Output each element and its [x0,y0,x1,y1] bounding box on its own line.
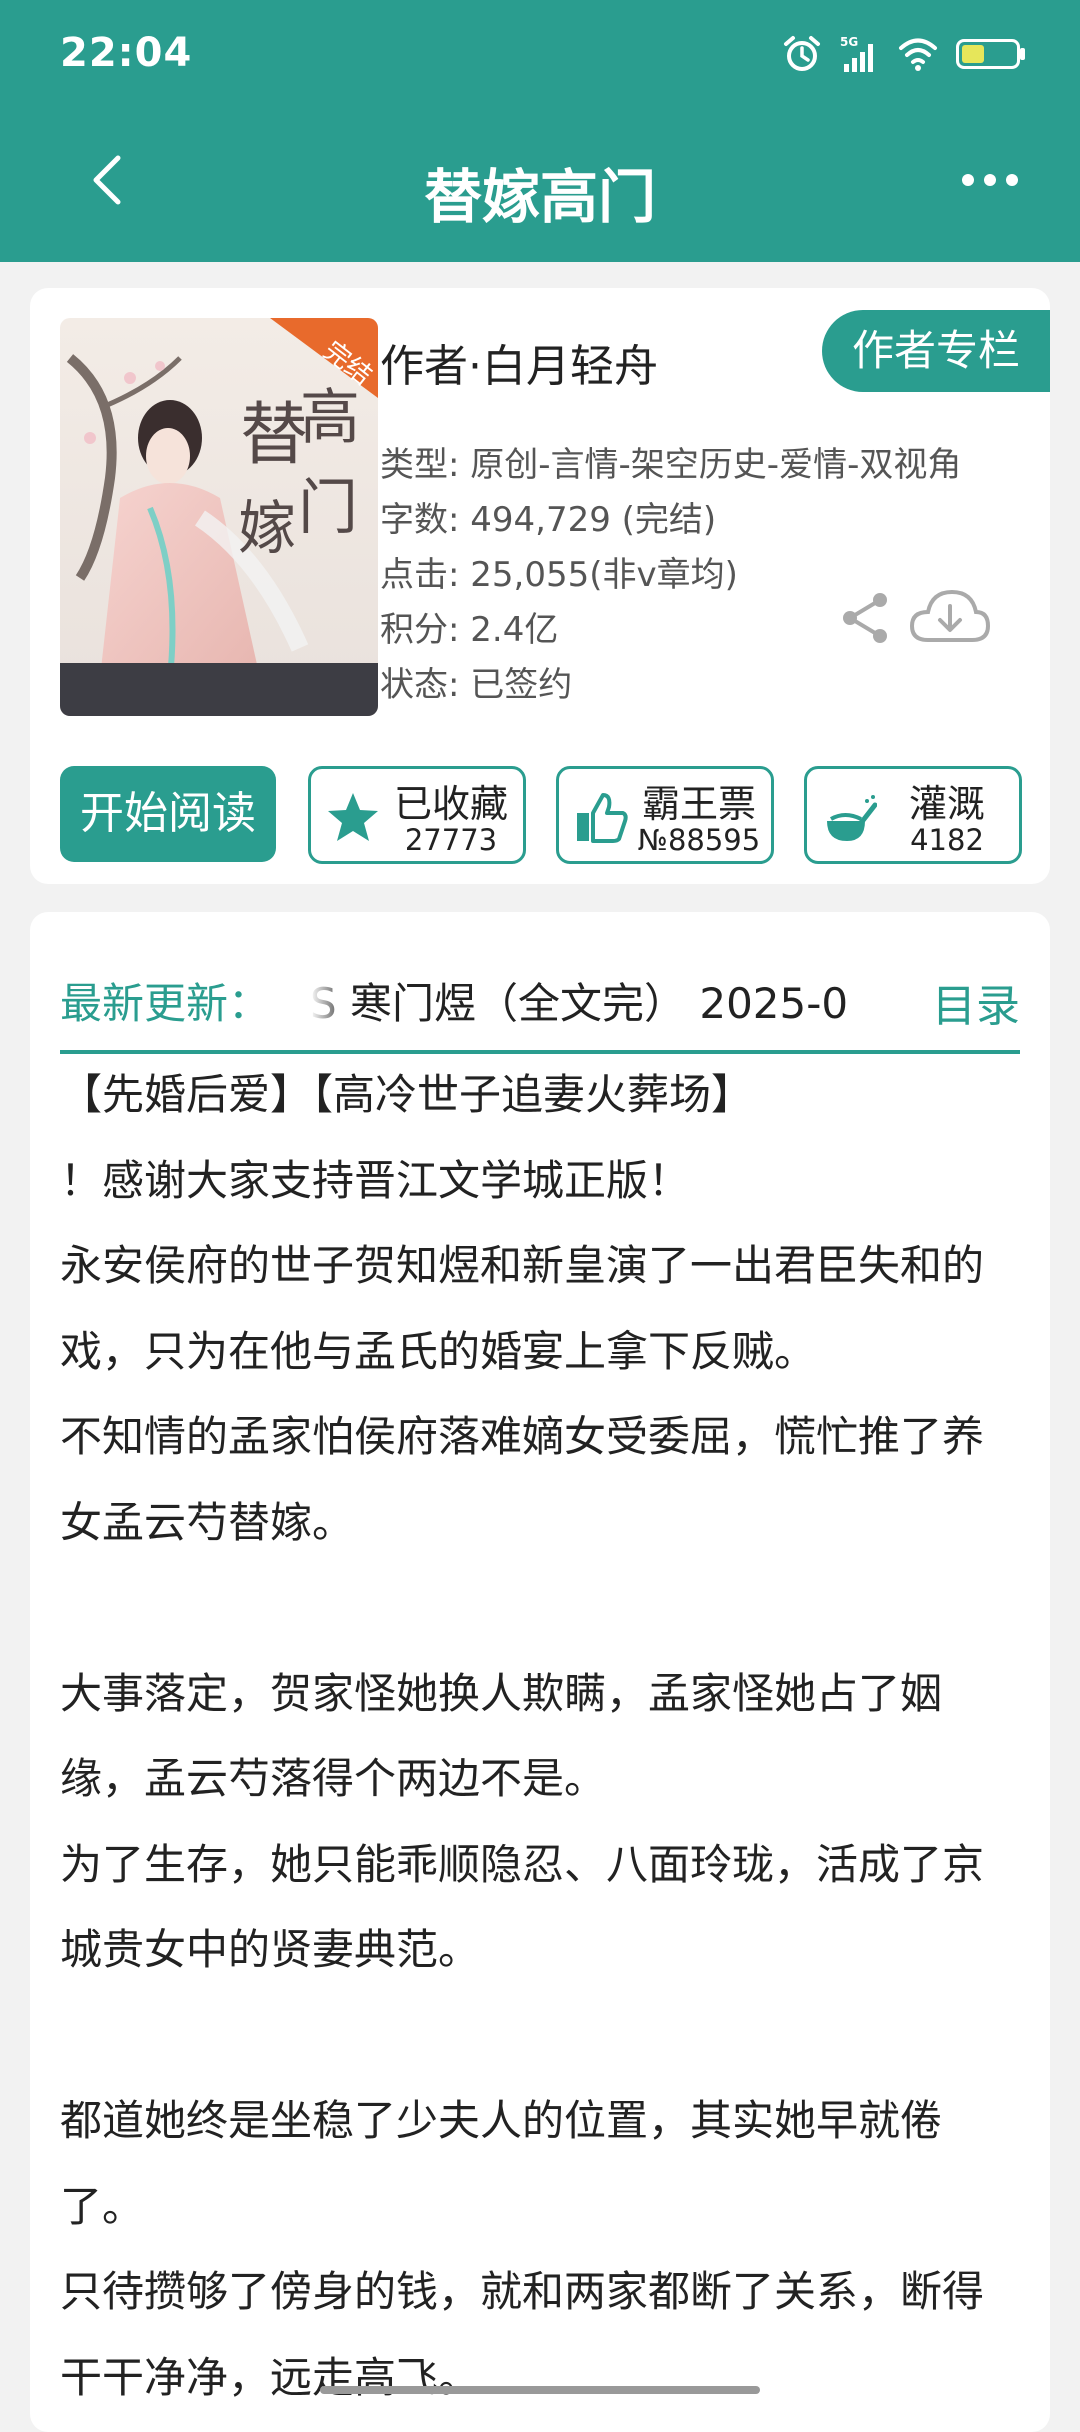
bawang-ticket-label: 霸王票 [641,782,756,826]
wifi-icon [899,38,937,71]
desc-blank [60,1565,1020,1651]
share-icon[interactable] [838,590,894,646]
favorite-label: 已收藏 [393,782,508,826]
favorite-count: 27773 [404,823,498,857]
latest-update-row[interactable]: 最新更新： S 寒门煜（全文完） 2025-0 目录 [60,942,1020,1054]
book-meta: 类型: 原创-言情-架空历史-爱情-双视角 字数: 494,729 (完结) 点… [380,438,1040,713]
desc-paragraph: 为了生存，她只能乖顺隐忍、八面玲珑，活成了京城贵女中的贤妻典范。 [60,1839,985,1975]
favorite-button[interactable]: 已收藏 27773 [308,766,526,864]
table-of-contents-link[interactable]: 目录 [932,970,1020,1034]
meta-word-count: 字数: 494,729 (完结) [380,500,717,540]
battery-icon [956,39,1025,69]
signal-icon: 5G [840,35,873,72]
book-description: 【先婚后爱】【高冷世子追妻火葬场】 ！感谢大家支持晋江文学城正版！ 永安侯府的世… [60,1052,1020,2420]
desc-blank [60,1993,1020,2079]
svg-text:门: 门 [298,473,358,543]
desc-paragraph: ！感谢大家支持晋江文学城正版！ [60,1155,691,1205]
irrigate-count: 4182 [910,823,984,857]
book-cover[interactable]: 替 高 嫁 门 完结 [60,318,378,716]
network-label: 5G [840,35,858,49]
book-info-card: 替 高 嫁 门 完结 作者专栏 作者·白月轻舟 类型: 原创-言情-架空历史-爱… [30,288,1050,884]
latest-update-text: S 寒门煜（全文完） 2025-0 [310,979,849,1028]
bawang-ticket-count: №88595 [637,823,761,857]
svg-text:替: 替 [240,396,308,475]
start-reading-button[interactable]: 开始阅读 [60,766,276,862]
desc-paragraph: 永安侯府的世子贺知煜和新皇演了一出君臣失和的戏，只为在他与孟氏的婚宴上拿下反贼。 [60,1241,985,1376]
irrigate-button[interactable]: 灌溉 4182 [804,766,1022,864]
bawang-ticket-button[interactable]: 霸王票 №88595 [556,766,774,864]
meta-genre: 类型: 原创-言情-架空历史-爱情-双视角 [380,445,962,485]
alarm-icon [784,36,820,71]
latest-update-label: 最新更新： [60,979,271,1028]
desc-paragraph: 大事落定，贺家怪她换人欺瞒，孟家怪她占了姻缘，孟云芍落得个两边不是。 [60,1668,943,1804]
status-time: 22:04 [60,30,193,76]
desc-paragraph: 【先婚后爱】【高冷世子追妻火葬场】 [60,1070,754,1119]
description-card: 最新更新： S 寒门煜（全文完） 2025-0 目录 【先婚后爱】【高冷世子追妻… [30,912,1050,2432]
meta-status: 状态: 已签约 [380,665,573,705]
desc-paragraph: 不知情的孟家怕侯府落难嫡女受委屈，慌忙推了养女孟云芍替嫁。 [60,1412,985,1547]
fade-left [310,962,350,1032]
author-column-button[interactable]: 作者专栏 [822,310,1050,392]
home-indicator[interactable] [320,2386,760,2394]
svg-text:嫁: 嫁 [238,494,296,562]
page-title: 替嫁高门 [423,163,656,231]
cover-illustration: 替 高 嫁 门 完结 [60,318,378,716]
download-icon[interactable] [908,582,992,650]
irrigate-label: 灌溉 [908,782,985,826]
desc-paragraph: 只待攒够了傍身的钱，就和两家都断了关系，断得干干净净，远走高飞。 [60,2267,985,2402]
star-icon [328,793,378,841]
top-bar: 22:04 5G 替嫁高门 [0,0,1080,262]
svg-text:高: 高 [300,383,360,453]
author-name[interactable]: 作者·白月轻舟 [380,330,658,394]
more-icon[interactable] [960,170,1020,190]
status-icons: 5G [782,34,1025,74]
desc-paragraph: 都道她终是坐稳了少夫人的位置，其实她早就倦了。 [60,2096,943,2231]
watering-can-icon [827,795,877,841]
thumbs-up-icon [577,793,628,843]
fade-right [892,962,932,1032]
